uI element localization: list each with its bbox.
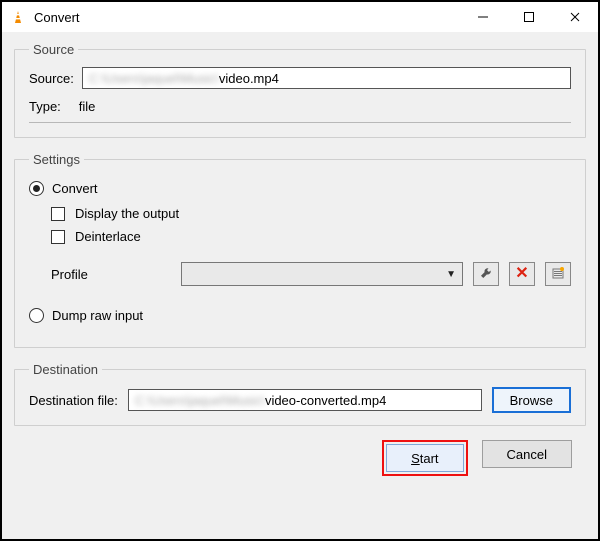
new-profile-icon	[551, 266, 565, 283]
browse-button-label: Browse	[510, 393, 553, 408]
new-profile-button[interactable]	[545, 262, 571, 286]
settings-legend: Settings	[29, 152, 84, 167]
source-label: Source:	[29, 71, 74, 86]
maximize-button[interactable]	[506, 2, 552, 32]
deinterlace-label: Deinterlace	[75, 229, 141, 244]
type-divider	[29, 122, 571, 123]
deinterlace-row[interactable]: Deinterlace	[51, 229, 571, 244]
destination-path-hidden: C:\Users\jaquel\Music\	[135, 393, 265, 408]
destination-group: Destination Destination file: C:\Users\j…	[14, 362, 586, 426]
source-path-hidden: C:\Users\jaquel\Music\	[89, 71, 219, 86]
profile-combobox[interactable]: ▼	[181, 262, 463, 286]
destination-path-field[interactable]: C:\Users\jaquel\Music\video-converted.mp…	[128, 389, 482, 411]
dump-raw-label: Dump raw input	[52, 308, 143, 323]
deinterlace-checkbox[interactable]	[51, 230, 65, 244]
destination-label: Destination file:	[29, 393, 118, 408]
source-filename: video.mp4	[219, 71, 279, 86]
close-button[interactable]	[552, 2, 598, 32]
dump-raw-radio[interactable]	[29, 308, 44, 323]
cancel-button[interactable]: Cancel	[482, 440, 572, 468]
source-group: Source Source: C:\Users\jaquel\Music\vid…	[14, 42, 586, 138]
type-label: Type:	[29, 99, 61, 114]
browse-button[interactable]: Browse	[492, 387, 571, 413]
delete-profile-button[interactable]: ✕	[509, 262, 535, 286]
dialog-body: Source Source: C:\Users\jaquel\Music\vid…	[2, 32, 598, 539]
titlebar: Convert	[2, 2, 598, 32]
edit-profile-button[interactable]	[473, 262, 499, 286]
display-output-row[interactable]: Display the output	[51, 206, 571, 221]
chevron-down-icon: ▼	[446, 269, 456, 280]
minimize-button[interactable]	[460, 2, 506, 32]
display-output-checkbox[interactable]	[51, 207, 65, 221]
start-button-highlight: Start	[382, 440, 467, 476]
cancel-button-label: Cancel	[507, 447, 547, 462]
window-title: Convert	[34, 10, 80, 25]
start-button-label: Start	[411, 451, 438, 466]
profile-row: Profile ▼ ✕	[51, 262, 571, 286]
wrench-icon	[479, 266, 493, 283]
convert-radio[interactable]	[29, 181, 44, 196]
dialog-actions: Start Cancel	[14, 436, 586, 476]
delete-icon: ✕	[515, 266, 528, 282]
destination-legend: Destination	[29, 362, 102, 377]
window-controls	[460, 2, 598, 32]
vlc-cone-icon	[10, 9, 26, 25]
source-legend: Source	[29, 42, 78, 57]
convert-radio-row[interactable]: Convert	[29, 181, 571, 196]
profile-label: Profile	[51, 267, 171, 282]
type-value: file	[79, 99, 96, 114]
destination-filename: video-converted.mp4	[265, 393, 386, 408]
display-output-label: Display the output	[75, 206, 179, 221]
settings-group: Settings Convert Display the output Dein…	[14, 152, 586, 348]
source-path-field[interactable]: C:\Users\jaquel\Music\video.mp4	[82, 67, 571, 89]
convert-dialog: Convert Source Source: C:\Users\jaquel\M…	[0, 0, 600, 541]
start-button[interactable]: Start	[386, 444, 463, 472]
dump-raw-radio-row[interactable]: Dump raw input	[29, 308, 571, 323]
convert-radio-label: Convert	[52, 181, 98, 196]
